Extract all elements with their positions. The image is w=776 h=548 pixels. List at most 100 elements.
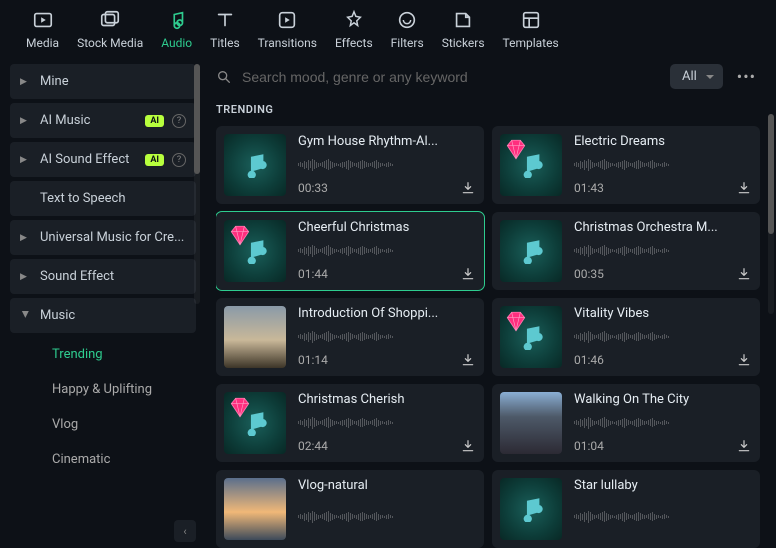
track-card[interactable]: Electric Dreams 01:43 bbox=[492, 126, 760, 204]
templates-icon bbox=[519, 8, 543, 32]
track-duration: 00:35 bbox=[574, 267, 604, 281]
track-card[interactable]: Vitality Vibes 01:46 bbox=[492, 298, 760, 376]
download-button[interactable] bbox=[460, 352, 476, 368]
track-title: Vlog-natural bbox=[298, 478, 476, 493]
top-nav: Media Stock Media Audio Titles TransitionsEf… bbox=[0, 0, 776, 54]
sidebar-item[interactable]: ▶ AI Music AI? bbox=[10, 103, 196, 138]
track-thumbnail bbox=[224, 220, 286, 282]
waveform bbox=[298, 244, 476, 258]
nav-label: Audio bbox=[161, 36, 192, 50]
nav-filters[interactable]: Filters bbox=[385, 8, 430, 50]
sidebar-item-label: Text to Speech bbox=[40, 191, 186, 206]
sidebar-subitem[interactable]: Happy & Uplifting bbox=[10, 372, 196, 407]
help-icon[interactable]: ? bbox=[172, 114, 186, 128]
content-area: All ••• TRENDING Gym House Rhythm-Al... … bbox=[200, 54, 776, 548]
track-thumbnail bbox=[224, 306, 286, 368]
track-title: Christmas Orchestra M... bbox=[574, 220, 752, 235]
sidebar-item-label: Music bbox=[40, 308, 186, 323]
track-card[interactable]: Christmas Orchestra M... 00:35 bbox=[492, 212, 760, 290]
track-thumbnail bbox=[500, 134, 562, 196]
titles-icon bbox=[213, 8, 237, 32]
sidebar: ▶Mine▶AI MusicAI?▶AI Sound EffectAI?Text… bbox=[0, 54, 200, 548]
nav-media[interactable]: Media bbox=[20, 8, 65, 50]
diamond-icon bbox=[503, 309, 529, 335]
sidebar-item[interactable]: ▶Sound Effect bbox=[10, 259, 196, 294]
help-icon[interactable]: ? bbox=[172, 153, 186, 167]
waveform bbox=[574, 244, 752, 258]
track-card[interactable]: Walking On The City 01:04 bbox=[492, 384, 760, 462]
transitions-icon bbox=[275, 8, 299, 32]
waveform bbox=[298, 330, 476, 344]
sidebar-collapse-button[interactable]: ‹ bbox=[174, 520, 196, 542]
track-thumbnail bbox=[500, 306, 562, 368]
nav-audio[interactable]: Audio bbox=[155, 8, 198, 50]
search-input[interactable] bbox=[242, 69, 660, 85]
track-duration: 00:33 bbox=[298, 181, 328, 195]
nav-templates[interactable]: Templates bbox=[497, 8, 565, 50]
sidebar-item-label: AI Sound Effect bbox=[40, 152, 139, 167]
download-button[interactable] bbox=[460, 438, 476, 454]
waveform bbox=[298, 158, 476, 172]
content-scrollbar[interactable] bbox=[768, 114, 774, 314]
track-card[interactable]: Gym House Rhythm-Al... 00:33 bbox=[216, 126, 484, 204]
chevron-right-icon: ▶ bbox=[20, 155, 30, 165]
download-button[interactable] bbox=[736, 438, 752, 454]
sidebar-item[interactable]: ▶Mine bbox=[10, 64, 196, 99]
chevron-right-icon: ▶ bbox=[20, 233, 30, 243]
diamond-icon bbox=[227, 395, 253, 421]
nav-titles[interactable]: Titles bbox=[204, 8, 245, 50]
sidebar-item[interactable]: ▶AI Sound EffectAI? bbox=[10, 142, 196, 177]
nav-label: Stickers bbox=[442, 36, 485, 50]
track-duration: 01:46 bbox=[574, 353, 604, 367]
sidebar-item[interactable]: Text to Speech bbox=[10, 181, 196, 216]
download-button[interactable] bbox=[736, 180, 752, 196]
sidebar-subitem[interactable]: Cinematic bbox=[10, 442, 196, 477]
sidebar-item[interactable]: ▶Universal Music for Cre... bbox=[10, 220, 196, 255]
waveform bbox=[574, 416, 752, 430]
track-card[interactable]: Introduction Of Shoppi... 01:14 bbox=[216, 298, 484, 376]
more-button[interactable]: ••• bbox=[733, 67, 760, 86]
filter-dropdown[interactable]: All bbox=[670, 64, 723, 89]
track-duration: 01:14 bbox=[298, 353, 328, 367]
download-button[interactable] bbox=[460, 180, 476, 196]
nav-stickers[interactable]: Stickers bbox=[436, 8, 491, 50]
nav-label: Media bbox=[26, 36, 59, 50]
track-title: Walking On The City bbox=[574, 392, 752, 407]
waveform bbox=[574, 158, 752, 172]
sidebar-item-label: AI Music bbox=[40, 113, 139, 128]
waveform bbox=[298, 510, 476, 524]
nav-label: Templates bbox=[503, 36, 559, 50]
effects-icon bbox=[342, 8, 366, 32]
nav-stock-media[interactable]: Stock Media bbox=[71, 8, 149, 50]
chevron-right-icon: ▶ bbox=[20, 311, 30, 321]
track-card[interactable]: Star lullaby bbox=[492, 470, 760, 548]
download-button[interactable] bbox=[460, 266, 476, 282]
track-thumbnail bbox=[224, 392, 286, 454]
filter-selected: All bbox=[682, 69, 697, 84]
track-card[interactable]: Cheerful Christmas 01:44 bbox=[216, 212, 484, 290]
track-card[interactable]: Vlog-natural bbox=[216, 470, 484, 548]
ai-badge: AI bbox=[145, 115, 164, 127]
sidebar-subitem[interactable]: Vlog bbox=[10, 407, 196, 442]
stickers-icon bbox=[451, 8, 475, 32]
track-card[interactable]: Christmas Cherish 02:44 bbox=[216, 384, 484, 462]
download-button[interactable] bbox=[736, 266, 752, 282]
track-grid: Gym House Rhythm-Al... 00:33 Electric Dr… bbox=[216, 126, 760, 548]
nav-label: Titles bbox=[210, 36, 239, 50]
section-title: TRENDING bbox=[216, 103, 760, 116]
waveform bbox=[574, 510, 752, 524]
sidebar-item[interactable]: ▶ Music bbox=[10, 298, 196, 333]
track-title: Christmas Cherish bbox=[298, 392, 476, 407]
track-thumbnail bbox=[224, 478, 286, 540]
track-title: Star lullaby bbox=[574, 478, 752, 493]
track-thumbnail bbox=[224, 134, 286, 196]
nav-effects[interactable]: Effects bbox=[329, 8, 379, 50]
nav-transitions[interactable]: Transitions bbox=[252, 8, 323, 50]
track-thumbnail bbox=[500, 220, 562, 282]
download-button[interactable] bbox=[736, 352, 752, 368]
filters-icon bbox=[395, 8, 419, 32]
nav-label: Stock Media bbox=[77, 36, 143, 50]
sidebar-subitem[interactable]: Trending bbox=[10, 337, 196, 372]
search-icon bbox=[216, 69, 232, 85]
chevron-right-icon: ▶ bbox=[20, 116, 30, 126]
